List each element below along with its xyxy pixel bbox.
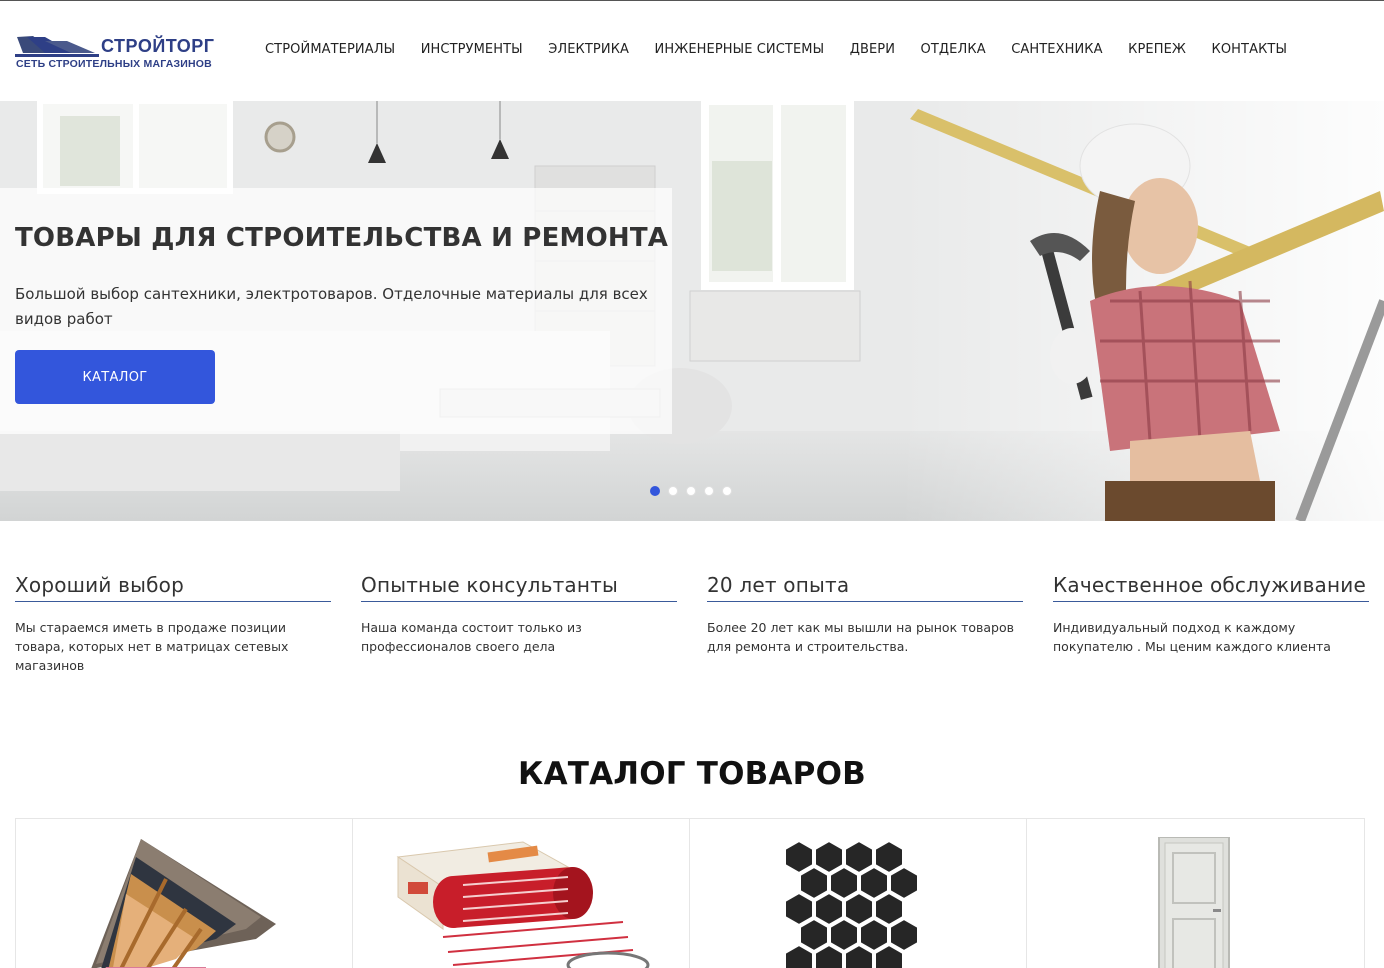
slider-dot-1[interactable] xyxy=(650,486,660,496)
catalog-card-door[interactable] xyxy=(1027,819,1364,968)
nav-item-inzhenernye-sistemy[interactable]: ИНЖЕНЕРНЫЕ СИСТЕМЫ xyxy=(655,42,825,57)
logo-subtitle: СЕТЬ СТРОИТЕЛЬНЫХ МАГАЗИНОВ xyxy=(16,58,212,70)
logo-title: СТРОЙТОРГ xyxy=(101,36,215,56)
feature-block: Опытные консультанты Наша команда состои… xyxy=(361,573,677,656)
feature-title: Хороший выбор xyxy=(15,573,331,602)
catalog-card-heating[interactable] xyxy=(353,819,690,968)
hero-description: Большой выбор сантехники, электротоваров… xyxy=(15,285,648,328)
nav-item-elektrika[interactable]: ЭЛЕКТРИКА xyxy=(548,42,629,57)
nav-item-otdelka[interactable]: ОТДЕЛКА xyxy=(921,42,986,57)
nav-item-krepezh[interactable]: КРЕПЕЖ xyxy=(1128,42,1186,57)
logo-roof-icon xyxy=(15,36,99,57)
catalog-title: КАТАЛОГ ТОВАРОВ xyxy=(518,756,866,792)
slider-dot-5[interactable] xyxy=(722,486,732,496)
hexagon-tile-image xyxy=(785,841,919,968)
catalog-grid xyxy=(15,818,1365,968)
logo[interactable]: СТРОЙТОРГ СЕТЬ СТРОИТЕЛЬНЫХ МАГАЗИНОВ xyxy=(15,31,220,73)
roof-layers-image xyxy=(91,839,276,968)
feature-title: Качественное обслуживание xyxy=(1053,573,1369,602)
feature-text: Мы стараемся иметь в продаже позиции тов… xyxy=(15,620,289,673)
nav-item-santehnika[interactable]: САНТЕХНИКА xyxy=(1011,42,1102,57)
nav-item-kontakty[interactable]: КОНТАКТЫ xyxy=(1212,42,1288,57)
site-header: СТРОЙТОРГ СЕТЬ СТРОИТЕЛЬНЫХ МАГАЗИНОВ СТ… xyxy=(0,1,1384,101)
feature-block: Качественное обслуживание Индивидуальный… xyxy=(1053,573,1369,656)
feature-block: 20 лет опыта Более 20 лет как мы вышли н… xyxy=(707,573,1023,656)
slider-dots xyxy=(650,486,732,496)
slider-dot-3[interactable] xyxy=(686,486,696,496)
nav-item-dveri[interactable]: ДВЕРИ xyxy=(850,42,895,57)
catalog-button[interactable]: КАТАЛОГ xyxy=(15,350,215,404)
hero-slider: ТОВАРЫ ДЛЯ СТРОИТЕЛЬСТВА И РЕМОНТА Больш… xyxy=(0,101,1384,521)
slider-dot-4[interactable] xyxy=(704,486,714,496)
feature-text: Индивидуальный подход к каждому покупате… xyxy=(1053,620,1331,654)
feature-title: Опытные консультанты xyxy=(361,573,677,602)
door-image xyxy=(1158,837,1230,968)
feature-text: Более 20 лет как мы вышли на рынок товар… xyxy=(707,620,1015,654)
heating-mat-image xyxy=(396,841,650,968)
feature-title: 20 лет опыта xyxy=(707,573,1023,602)
catalog-card-tile[interactable] xyxy=(690,819,1027,968)
nav-item-instrumenty[interactable]: ИНСТРУМЕНТЫ xyxy=(421,42,523,57)
feature-text: Наша команда состоит только из профессио… xyxy=(361,620,582,654)
main-nav: СТРОЙМАТЕРИАЛЫ ИНСТРУМЕНТЫ ЭЛЕКТРИКА ИНЖ… xyxy=(265,42,1313,57)
slider-dot-2[interactable] xyxy=(668,486,678,496)
feature-block: Хороший выбор Мы стараемся иметь в прода… xyxy=(15,573,331,675)
hero-title: ТОВАРЫ ДЛЯ СТРОИТЕЛЬСТВА И РЕМОНТА xyxy=(15,223,669,253)
nav-item-stroymaterialy[interactable]: СТРОЙМАТЕРИАЛЫ xyxy=(265,42,395,57)
catalog-card-roofing[interactable] xyxy=(16,819,353,968)
